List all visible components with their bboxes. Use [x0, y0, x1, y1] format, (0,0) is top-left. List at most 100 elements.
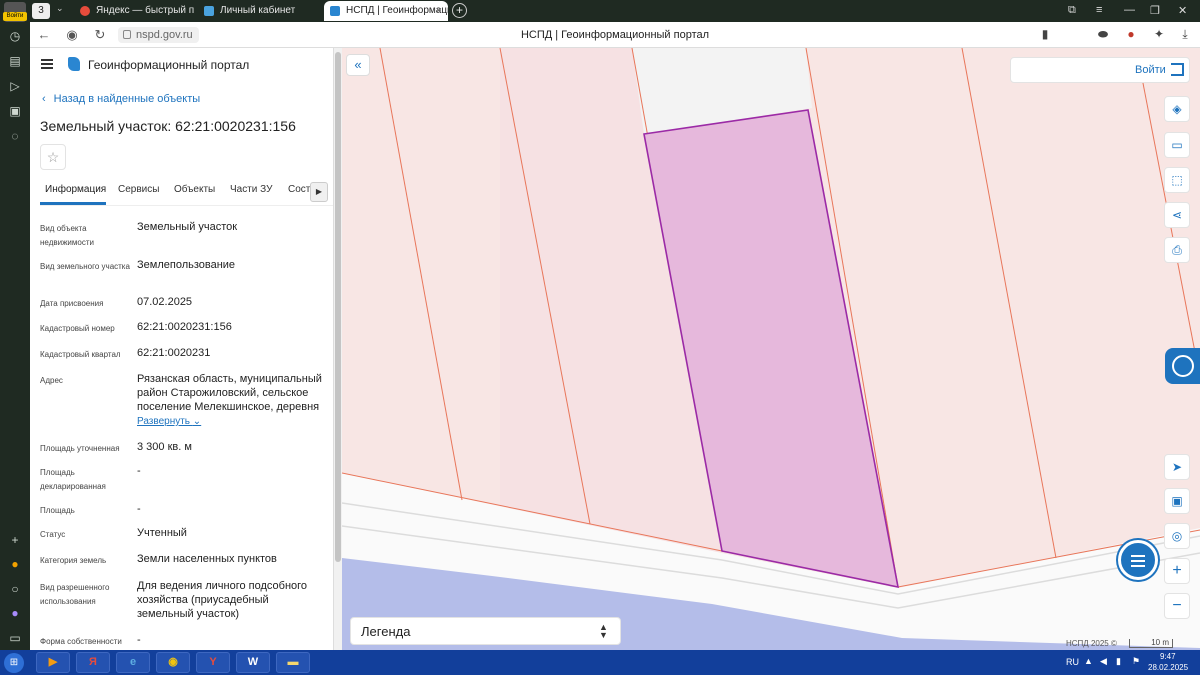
profile-login-label[interactable]: Войти [3, 12, 27, 21]
chevron-up-down-icon: ▲ ▼ [599, 622, 608, 640]
reload-icon[interactable]: ↻ [92, 27, 108, 43]
flag-icon[interactable]: ⚑ [1132, 656, 1140, 667]
panel-scrollbar[interactable] [333, 48, 342, 650]
puzzle-icon[interactable]: ✦ [1152, 27, 1166, 41]
tab-services[interactable]: Сервисы [118, 184, 159, 195]
protect-icon[interactable]: ◉ [64, 27, 80, 43]
select-area-icon[interactable]: ⬚ [1164, 167, 1190, 193]
ladybug-icon[interactable]: ● [1124, 27, 1138, 41]
field-value: Земли населенных пунктов [137, 553, 277, 565]
close-tab-icon[interactable]: × [436, 1, 442, 21]
login-button[interactable]: Войти [1010, 57, 1190, 83]
portal-logo-icon [68, 57, 80, 71]
tab-cabinet[interactable]: Личный кабинет [198, 1, 318, 21]
messenger-icon[interactable]: ◌ [7, 128, 23, 144]
minimize-icon[interactable]: — [1124, 4, 1135, 16]
info-tabs: Информация Сервисы Объекты Части ЗУ Сост… [40, 178, 333, 206]
alice-icon[interactable]: ● [7, 605, 23, 621]
zoom-out-icon[interactable]: − [1164, 593, 1190, 619]
back-to-results-link[interactable]: ‹ Назад в найденные объекты [42, 93, 200, 105]
hamburger-menu-icon[interactable] [41, 59, 53, 69]
start-button[interactable]: ⊞ [4, 653, 24, 673]
field-value: Учтенный [137, 527, 187, 539]
object-info-panel: Геоинформационный портал ‹ Назад в найден… [30, 48, 333, 650]
add-icon[interactable]: + [7, 532, 23, 548]
ruler-icon[interactable]: ▭ [1164, 132, 1190, 158]
new-tab-button[interactable]: + [452, 3, 467, 18]
maximize-icon[interactable]: ❐ [1150, 4, 1160, 17]
yandex-icon[interactable]: ● [7, 556, 23, 572]
assistant-chat-button[interactable] [1118, 540, 1158, 580]
volume-icon[interactable]: ◀ [1100, 656, 1107, 667]
chevron-down-icon[interactable]: ⌄ [56, 3, 68, 14]
tabs-scroll-right-button[interactable]: ▶ [310, 182, 328, 202]
tab-objects[interactable]: Объекты [174, 184, 215, 195]
word-icon[interactable]: W [236, 652, 270, 673]
scrollbar-thumb[interactable] [335, 52, 341, 562]
field-value: - [137, 465, 141, 477]
feedback-tab[interactable] [1165, 348, 1200, 384]
field-label: Вид земельного участка [40, 262, 130, 271]
circle-icon[interactable]: ○ [7, 581, 23, 597]
chevron-left-icon: ‹ [42, 93, 46, 105]
bookmark-icon[interactable]: ▮ [1038, 27, 1052, 41]
field-label: Кадастровый квартал [40, 350, 121, 359]
play-icon[interactable]: ▷ [7, 78, 23, 94]
menu-icon[interactable]: ≡ [1096, 4, 1102, 16]
nspd-favicon-icon [330, 6, 340, 16]
tab-parts[interactable]: Части ЗУ [230, 184, 272, 195]
chevron-down-icon: ⌄ [192, 416, 202, 427]
favorite-star-button[interactable]: ☆ [40, 144, 66, 170]
minimap-icon[interactable]: ▣ [1164, 488, 1190, 514]
yandex-browser-icon[interactable]: Я [76, 652, 110, 673]
legend-label: Легенда [361, 624, 411, 639]
tray-chevron-icon[interactable]: ▲ [1084, 656, 1093, 666]
clock-time[interactable]: 9:47 [1160, 652, 1176, 661]
collections-icon[interactable]: ▤ [7, 53, 23, 69]
map-canvas[interactable] [342, 48, 1200, 650]
download-icon[interactable]: ⤓ [1178, 27, 1192, 41]
locate-icon[interactable]: ➤ [1164, 454, 1190, 480]
field-value: Для ведения личного подсобного хозяйства… [137, 580, 308, 620]
panel-icon[interactable]: ▭ [7, 630, 23, 646]
network-icon[interactable]: ▮ [1116, 656, 1121, 667]
yandex-icon[interactable]: Y [196, 652, 230, 673]
expand-address-link[interactable]: Развернуть ⌄ [137, 416, 201, 427]
layers-icon[interactable]: ◈ [1164, 96, 1190, 122]
extension-icon[interactable]: ⬬ [1096, 27, 1110, 41]
map-copyright: НСПД 2025 © [1066, 639, 1117, 648]
field-value: 3 300 кв. м [137, 441, 192, 453]
collapse-panel-button[interactable]: « [346, 54, 370, 76]
login-icon [1171, 63, 1184, 76]
clock-date[interactable]: 28.02.2025 [1148, 663, 1188, 672]
field-label: Статус [40, 530, 66, 539]
cabinet-favicon-icon [204, 6, 214, 16]
portal-header: Геоинформационный портал [40, 56, 330, 74]
explorer-icon[interactable]: ▬ [276, 652, 310, 673]
tabs-icon[interactable]: ▣ [7, 103, 23, 119]
internet-explorer-icon[interactable]: e [116, 652, 150, 673]
field-value: - [137, 503, 141, 515]
print-icon[interactable]: ⎙ [1164, 237, 1190, 263]
chrome-icon[interactable]: ◉ [156, 652, 190, 673]
zoom-in-icon[interactable]: + [1164, 558, 1190, 584]
language-indicator[interactable]: RU [1066, 657, 1079, 667]
field-value: Земельный участок [137, 221, 238, 233]
tab-info[interactable]: Информация [45, 184, 106, 195]
tab-nspd[interactable]: НСПД | Геоинформаци... × [324, 1, 448, 21]
legend-dropdown[interactable]: Легенда ▲ ▼ [350, 617, 621, 645]
login-label: Войти [1135, 64, 1166, 76]
bookmarks-icon[interactable]: ⧉ [1068, 4, 1076, 17]
field-label: Форма собственности [40, 637, 122, 646]
back-icon[interactable]: ← [36, 27, 52, 43]
close-window-icon[interactable]: ✕ [1178, 4, 1187, 17]
geo-icon[interactable]: ◎ [1164, 523, 1190, 549]
tab-yandex[interactable]: Яндекс — быстрый поиск [74, 1, 194, 21]
share-icon[interactable]: ⋖ [1164, 202, 1190, 228]
field-label: Адрес [40, 376, 63, 385]
field-value: - [137, 634, 141, 646]
url-field[interactable]: nspd.gov.ru [118, 27, 199, 43]
tab-count-badge[interactable]: 3 [32, 3, 50, 19]
history-icon[interactable]: ◷ [7, 28, 23, 44]
media-player-icon[interactable]: ▶ [36, 652, 70, 673]
